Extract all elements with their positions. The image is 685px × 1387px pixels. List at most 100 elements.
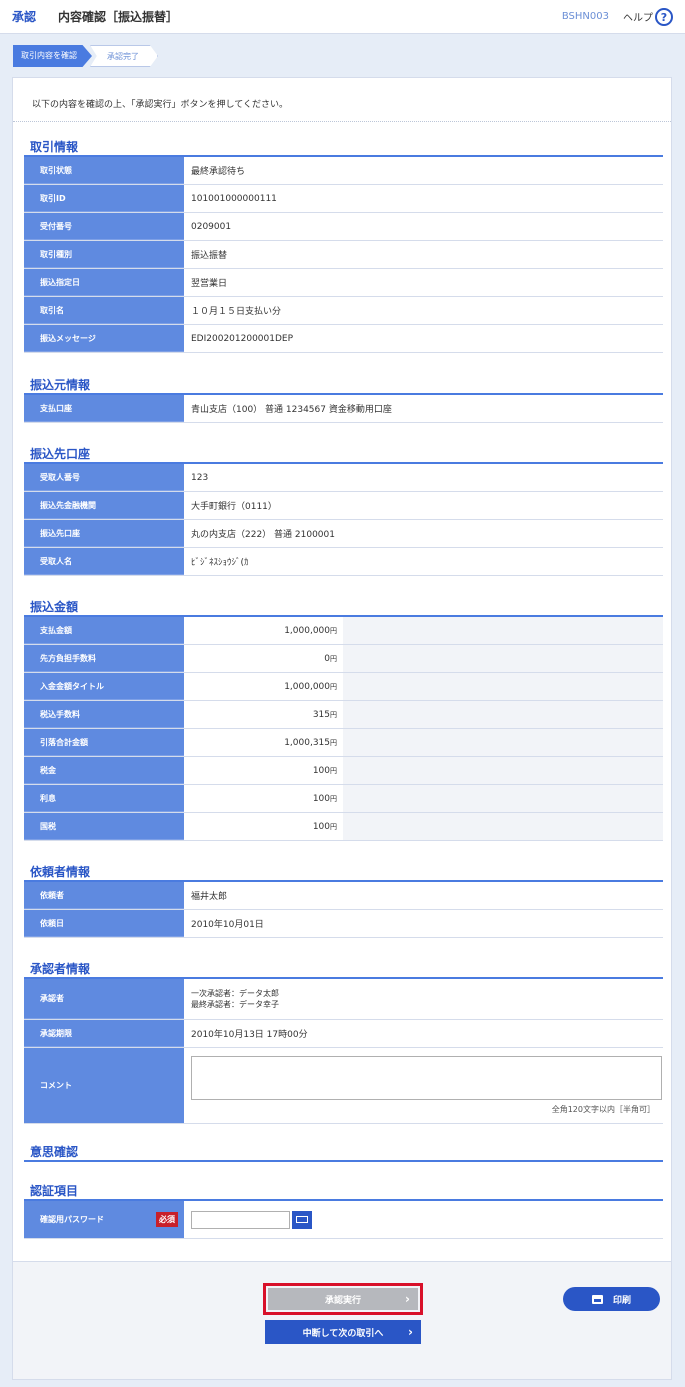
row-label: 振込先口座 [24, 520, 184, 547]
help-icon[interactable]: ? [655, 8, 673, 26]
main-panel: 以下の内容を確認の上、「承認実行」ボタンを押してください。 取引情報 取引状態最… [12, 77, 672, 1380]
table-row: 依頼者 福井太郎 [24, 882, 663, 910]
amount-value: 100 円 [312, 821, 337, 832]
comment-cell: 全角120文字以内［半角可］ [184, 1048, 663, 1123]
table-row: 支払金額 1,000,000 円 [24, 617, 663, 645]
row-label: 支払口座 [24, 395, 184, 422]
chevron-right-icon: › [405, 1292, 410, 1306]
amount-value: 1,000,000 円 [284, 625, 337, 636]
table-row: 承認期限 2010年10月13日 17時00分 [24, 1020, 663, 1048]
table-row: 受取人名 ﾋﾞｼﾞﾈｽｼｮｳｼﾞ(ｶ [24, 548, 663, 576]
row-label: 国税 [24, 813, 184, 840]
keyboard-icon[interactable] [292, 1210, 312, 1229]
row-value: 101001000000111 [191, 193, 277, 204]
row-value: 青山支店（100） 普通 1234567 資金移動用口座 [191, 405, 392, 415]
table-row: 利息 100 円 [24, 785, 663, 813]
table-row: 受付番号 0209001 [24, 213, 663, 241]
row-label: 受取人番号 [24, 464, 184, 491]
row-label: 先方負担手数料 [24, 645, 184, 672]
suspend-next-button[interactable]: 中断して次の取引へ › [265, 1320, 421, 1344]
category-label: 承認 [12, 10, 37, 24]
row-label: 支払金額 [24, 617, 184, 644]
execute-button-highlight: 承認実行 › [263, 1283, 423, 1315]
row-label: 承認期限 [24, 1020, 184, 1047]
help-link[interactable]: ヘルプ [623, 9, 653, 24]
table-row: 税込手数料 315 円 [24, 701, 663, 729]
row-label: 入金金額タイトル [24, 673, 184, 700]
row-label: 承認者 [24, 979, 184, 1019]
table-row: 取引名 １０月１５日支払い分 [24, 297, 663, 325]
row-label: 確認用パスワード 必須 [24, 1201, 184, 1238]
table-row: 振込指定日 翌営業日 [24, 269, 663, 297]
section-title: 振込元情報 [24, 376, 663, 395]
table-row: 取引状態 最終承認待ち [24, 157, 663, 185]
table-row: 振込メッセージ EDI200201200001DEP [24, 325, 663, 353]
password-input[interactable] [191, 1210, 290, 1229]
table-row: 取引ID 101001000000111 [24, 185, 663, 213]
step-complete: 承認完了 [90, 45, 158, 67]
row-label: 受取人名 [24, 548, 184, 575]
table-row: 税金 100 円 [24, 757, 663, 785]
source-section: 振込元情報 支払口座 青山支店（100） 普通 1234567 資金移動用口座 [24, 376, 663, 423]
auth-section: 認証項目 確認用パスワード 必須 [24, 1182, 663, 1239]
row-label: 取引ID [24, 185, 184, 212]
step-confirm: 取引内容を確認 [13, 45, 92, 67]
section-title: 承認者情報 [24, 960, 663, 979]
row-value: 翌営業日 [191, 279, 228, 289]
row-label: 振込メッセージ [24, 325, 184, 352]
amount-value: 100 円 [312, 793, 337, 804]
password-row: 確認用パスワード 必須 [24, 1201, 663, 1239]
first-approver: 一次承認者：データ太郎 [191, 989, 279, 998]
table-row: 支払口座 青山支店（100） 普通 1234567 資金移動用口座 [24, 395, 663, 423]
row-label: 振込先金融機関 [24, 492, 184, 519]
approver-section: 承認者情報 承認者 一次承認者：データ太郎 最終承認者：データ幸子 承認期限 20… [24, 960, 663, 1124]
table-row: 承認者 一次承認者：データ太郎 最終承認者：データ幸子 [24, 979, 663, 1020]
row-value: ﾋﾞｼﾞﾈｽｼｮｳｼﾞ(ｶ [191, 558, 249, 568]
amount-section: 振込金額 支払金額 1,000,000 円 先方負担手数料 0 円 入金金額タイトル 1,… [24, 598, 663, 841]
amount-value: 1,000,000 円 [284, 681, 337, 692]
page-title: 内容確認［振込振替］ [58, 10, 179, 24]
amount-value: 315 円 [312, 709, 337, 720]
row-label: コメント [24, 1048, 184, 1123]
amount-value: 100 円 [312, 765, 337, 776]
approver-list: 一次承認者：データ太郎 最終承認者：データ幸子 [184, 979, 663, 1019]
intent-section: 意思確認 [24, 1143, 663, 1162]
progress-steps: 取引内容を確認 承認完了 [13, 45, 158, 67]
final-approver: 最終承認者：データ幸子 [191, 1000, 279, 1009]
comment-row: コメント 全角120文字以内［半角可］ [24, 1048, 663, 1124]
table-row: 取引種別 振込振替 [24, 241, 663, 269]
row-value: 2010年10月13日 17時00分 [191, 1030, 308, 1040]
row-label: 税込手数料 [24, 701, 184, 728]
row-label: 引落合計金額 [24, 729, 184, 756]
row-label: 依頼日 [24, 910, 184, 937]
row-label: 受付番号 [24, 213, 184, 240]
transaction-section: 取引情報 取引状態 最終承認待ち 取引ID 101001000000111 受付番号… [24, 138, 663, 353]
password-cell [184, 1201, 663, 1238]
password-label: 確認用パスワード [40, 1215, 104, 1224]
row-label: 振込指定日 [24, 269, 184, 296]
amount-value: 0円 [324, 653, 337, 664]
row-value: １０月１５日支払い分 [191, 307, 282, 317]
intro-text: 以下の内容を確認の上、「承認実行」ボタンを押してください。 [32, 100, 288, 110]
table-row: 受取人番号 123 [24, 464, 663, 492]
section-title: 認証項目 [24, 1182, 663, 1201]
print-button[interactable]: 印刷 [563, 1287, 660, 1311]
table-row: 振込先金融機関 大手町銀行（0111） [24, 492, 663, 520]
amount-value: 1,000,315 円 [284, 737, 337, 748]
section-title: 振込先口座 [24, 445, 663, 464]
row-value: 0209001 [191, 221, 232, 232]
table-row: 入金金額タイトル 1,000,000 円 [24, 673, 663, 701]
chevron-right-icon: › [408, 1325, 413, 1339]
row-label: 税金 [24, 757, 184, 784]
execute-button[interactable]: 承認実行 › [268, 1288, 418, 1310]
top-bar: 承認 内容確認［振込振替］ BSHN003 ヘルプ ? [0, 0, 685, 34]
row-label: 利息 [24, 785, 184, 812]
row-value: 大手町銀行（0111） [191, 502, 277, 512]
row-value: 2010年10月01日 [191, 920, 264, 930]
comment-input[interactable] [191, 1056, 662, 1100]
row-value: 丸の内支店（222） 普通 2100001 [191, 530, 335, 540]
comment-hint: 全角120文字以内［半角可］ [551, 1105, 655, 1114]
row-label: 依頼者 [24, 882, 184, 909]
row-label: 取引名 [24, 297, 184, 324]
table-row: 依頼日 2010年10月01日 [24, 910, 663, 938]
